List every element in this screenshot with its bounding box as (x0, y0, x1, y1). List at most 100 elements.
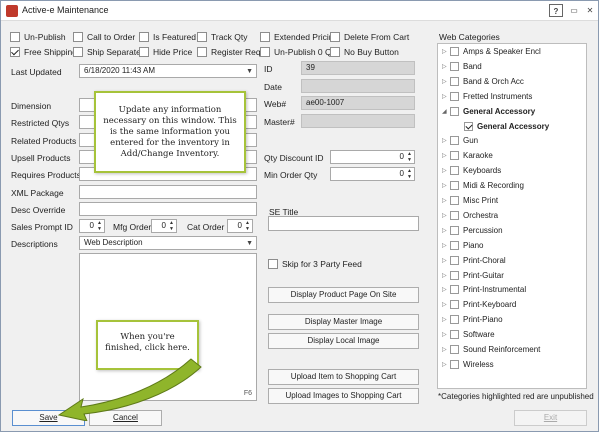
caret-right-icon[interactable]: ▷ (442, 227, 450, 234)
checkbox-icon[interactable] (450, 91, 459, 101)
close-button[interactable]: ✕ (583, 4, 597, 17)
caret-right-icon[interactable]: ▷ (442, 257, 450, 264)
checkbox-icon[interactable] (450, 76, 459, 86)
category-item[interactable]: ▷ Print-Choral (442, 255, 506, 265)
descriptions-dropdown[interactable]: Web Description ▼ (79, 236, 257, 250)
checkbox-icon[interactable] (450, 240, 459, 250)
checkbox-icon[interactable] (139, 32, 149, 42)
display-local-image-button[interactable]: Display Local Image (268, 333, 419, 349)
check-un-publish-0-qty[interactable]: Un-Publish 0 Qty (260, 47, 338, 57)
check-no-buy-button[interactable]: No Buy Button (330, 47, 399, 57)
caret-right-icon[interactable]: ▷ (442, 346, 450, 353)
checkbox-icon[interactable] (260, 47, 270, 57)
caret-right-icon[interactable]: ▷ (442, 272, 450, 279)
category-item[interactable]: ▷ Sound Reinforcement (442, 345, 540, 354)
checkbox-icon[interactable] (450, 47, 459, 56)
checkbox-icon[interactable] (450, 181, 459, 191)
category-item[interactable]: ▷ Misc Print (442, 196, 498, 205)
check-call-to-order[interactable]: Call to Order (73, 32, 135, 42)
checkbox-icon[interactable] (450, 359, 459, 369)
spinner-icon[interactable]: ▲ ▼ (244, 220, 251, 232)
min-order-stepper[interactable]: 0 ▲ ▼ (330, 167, 415, 181)
upload-item-button[interactable]: Upload Item to Shopping Cart (268, 369, 419, 385)
check-skip-3-party[interactable]: Skip for 3 Party Feed (268, 259, 362, 269)
checkbox-icon[interactable] (450, 151, 459, 161)
help-button[interactable]: ? (549, 4, 563, 17)
checkbox-icon[interactable] (450, 345, 459, 354)
category-item[interactable]: ◢ General Accessory (442, 106, 535, 116)
category-item[interactable]: ▷ Software (442, 330, 495, 340)
caret-down-icon[interactable]: ◢ (442, 108, 450, 115)
category-item[interactable]: General Accessory (456, 121, 549, 131)
checkbox-icon[interactable] (450, 300, 459, 310)
caret-right-icon[interactable]: ▷ (442, 63, 450, 70)
caret-right-icon[interactable]: ▷ (442, 137, 450, 144)
category-item[interactable]: ▷ Percussion (442, 225, 503, 235)
checkbox-icon[interactable] (197, 47, 207, 57)
checkbox-icon[interactable] (197, 32, 207, 42)
category-item[interactable]: ▷ Karaoke (442, 151, 493, 161)
checkbox-icon[interactable] (73, 47, 83, 57)
checkbox-icon[interactable] (450, 270, 459, 280)
caret-right-icon[interactable]: ▷ (442, 361, 450, 368)
spinner-icon[interactable]: ▲ ▼ (406, 168, 413, 180)
check-track-qty[interactable]: Track Qty (197, 32, 248, 42)
category-item[interactable]: ▷ Print-Instrumental (442, 285, 526, 295)
caret-right-icon[interactable]: ▷ (442, 182, 450, 189)
checkbox-icon[interactable] (450, 225, 459, 235)
caret-right-icon[interactable]: ▷ (442, 301, 450, 308)
category-item[interactable]: ▷ Band & Orch Acc (442, 76, 524, 86)
category-item[interactable]: ▷ Amps & Speaker Encl (442, 47, 541, 56)
category-item[interactable]: ▷ Piano (442, 240, 483, 250)
check-extended-pricing[interactable]: Extended Pricing (260, 32, 338, 42)
category-item[interactable]: ▷ Midi & Recording (442, 181, 524, 191)
check-un-publish[interactable]: Un-Publish (10, 32, 66, 42)
category-item[interactable]: ▷ Print-Keyboard (442, 300, 516, 310)
caret-right-icon[interactable]: ▷ (442, 48, 450, 55)
checkbox-icon[interactable] (330, 32, 340, 42)
caret-right-icon[interactable]: ▷ (442, 167, 450, 174)
qty-discount-stepper[interactable]: 0 ▲ ▼ (330, 150, 415, 164)
upload-images-button[interactable]: Upload Images to Shopping Cart (268, 388, 419, 404)
check-is-featured[interactable]: Is Featured (139, 32, 196, 42)
check-free-shipping[interactable]: Free Shipping (10, 47, 77, 57)
mfg-order-stepper[interactable]: 0 ▲ ▼ (151, 219, 177, 233)
checkbox-icon[interactable] (450, 285, 459, 295)
checkbox-icon[interactable] (450, 106, 459, 116)
check-delete-from-cart[interactable]: Delete From Cart (330, 32, 409, 42)
checkbox-icon[interactable] (450, 315, 459, 325)
check-register-req[interactable]: Register Req. (197, 47, 263, 57)
caret-right-icon[interactable]: ▷ (442, 316, 450, 323)
checkbox-icon[interactable] (450, 255, 459, 265)
desc-override-input[interactable] (79, 202, 257, 216)
checkbox-checked-icon[interactable] (464, 121, 473, 131)
checkbox-icon[interactable] (139, 47, 149, 57)
checkbox-icon[interactable] (450, 166, 459, 176)
caret-right-icon[interactable]: ▷ (442, 331, 450, 338)
checkbox-icon[interactable] (450, 61, 459, 71)
category-item[interactable]: ▷ Keyboards (442, 166, 501, 176)
caret-right-icon[interactable]: ▷ (442, 286, 450, 293)
checkbox-icon[interactable] (450, 210, 459, 220)
display-master-image-button[interactable]: Display Master Image (268, 314, 419, 330)
category-item[interactable]: ▷ Print-Piano (442, 315, 503, 325)
caret-right-icon[interactable]: ▷ (442, 152, 450, 159)
checkbox-checked-icon[interactable] (10, 47, 20, 57)
caret-right-icon[interactable]: ▷ (442, 197, 450, 204)
checkbox-icon[interactable] (450, 196, 459, 205)
category-item[interactable]: ▷ Wireless (442, 359, 494, 369)
spinner-icon[interactable]: ▲ ▼ (168, 220, 175, 232)
checkbox-icon[interactable] (450, 136, 459, 146)
checkbox-icon[interactable] (268, 259, 278, 269)
checkbox-icon[interactable] (260, 32, 270, 42)
xml-package-input[interactable] (79, 185, 257, 199)
exit-button[interactable]: Exit (514, 410, 587, 426)
category-item[interactable]: ▷ Orchestra (442, 210, 498, 220)
check-ship-separate[interactable]: Ship Separate (73, 47, 141, 57)
sales-prompt-stepper[interactable]: 0 ▲ ▼ (79, 219, 105, 233)
category-item[interactable]: ▷ Gun (442, 136, 478, 146)
checkbox-icon[interactable] (450, 330, 459, 340)
cat-order-stepper[interactable]: 0 ▲ ▼ (227, 219, 253, 233)
display-product-page-button[interactable]: Display Product Page On Site (268, 287, 419, 303)
checkbox-icon[interactable] (330, 47, 340, 57)
